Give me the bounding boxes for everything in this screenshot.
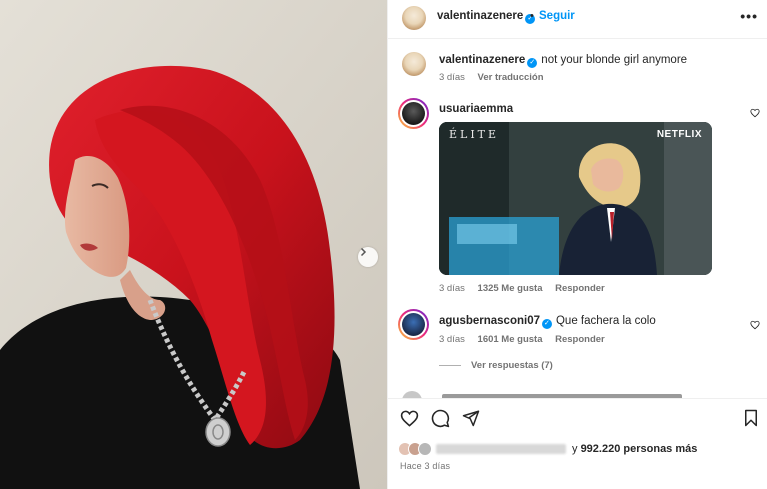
likes-prefix: y xyxy=(572,443,578,455)
share-icon[interactable] xyxy=(462,409,480,427)
comment-username[interactable]: usuariaemma xyxy=(439,103,513,115)
post-actions: y 992.220 personas más Hace 3 días xyxy=(388,398,767,489)
caption-meta: 3 días Ver traducción xyxy=(439,72,544,83)
post-header: valentinazenere ✓ • Seguir ••• xyxy=(388,0,767,39)
verified-icon: ✓ xyxy=(527,58,538,68)
view-replies-button[interactable]: Ver respuestas (7) xyxy=(439,360,553,371)
reply-button[interactable]: Responder xyxy=(555,283,605,294)
gif-brand-logo: NETFLIX xyxy=(656,129,702,140)
author-username[interactable]: valentinazenere ✓ xyxy=(437,10,536,24)
chevron-right-icon xyxy=(360,247,367,257)
comment-meta: 3 días 1325 Me gusta Responder xyxy=(439,283,605,294)
likes-count[interactable]: 992.220 xyxy=(581,443,621,455)
bookmark-icon[interactable] xyxy=(743,409,759,427)
more-icon[interactable]: ••• xyxy=(740,8,758,24)
likes-summary[interactable]: y 992.220 personas más xyxy=(398,442,697,456)
photo-illustration xyxy=(0,0,387,489)
post-photo[interactable] xyxy=(0,0,387,489)
comment-like-count[interactable]: 1601 Me gusta xyxy=(478,334,543,345)
comment-username[interactable]: agusbernasconi07 xyxy=(439,315,540,327)
header-separator: • xyxy=(530,10,534,22)
author-username-text[interactable]: valentinazenere xyxy=(437,10,523,22)
comment-time: 3 días xyxy=(439,334,465,345)
comment-avatar[interactable] xyxy=(402,391,422,398)
blurred-liker-name xyxy=(436,444,566,454)
heart-icon[interactable] xyxy=(750,320,760,330)
comment-meta: 3 días 1601 Me gusta Responder xyxy=(439,334,605,345)
post-side-panel: valentinazenere ✓ • Seguir ••• valentinaz… xyxy=(387,0,767,489)
reply-button[interactable]: Responder xyxy=(555,334,605,345)
follow-button[interactable]: Seguir xyxy=(539,10,575,22)
next-photo-button[interactable] xyxy=(358,247,378,267)
gif-show-title: ÉLITE xyxy=(449,128,500,141)
avatar[interactable] xyxy=(402,6,426,30)
caption-avatar[interactable] xyxy=(402,52,426,76)
caption-username[interactable]: valentinazenere xyxy=(439,54,525,66)
likes-count-text[interactable]: y 992.220 personas más xyxy=(572,443,697,455)
comment-avatar[interactable] xyxy=(398,309,429,340)
comment-avatar[interactable] xyxy=(398,98,429,129)
liker-avatar xyxy=(418,442,432,456)
comment-time: 3 días xyxy=(439,283,465,294)
comment-like-count[interactable]: 1325 Me gusta xyxy=(478,283,543,294)
comment-icon[interactable] xyxy=(431,409,450,428)
caption-text: not your blonde girl anymore xyxy=(541,54,688,66)
cropped-comment xyxy=(400,388,760,398)
comment-line: agusbernasconi07 ✓ Que fachera la colo xyxy=(439,315,656,329)
verified-icon: ✓ xyxy=(541,319,552,329)
caption-line: valentinazenere ✓ not your blonde girl any… xyxy=(439,54,687,68)
post-timestamp[interactable]: Hace 3 días xyxy=(400,461,450,471)
comment-gif[interactable]: ÉLITE NETFLIX xyxy=(439,122,712,275)
translate-link[interactable]: Ver traducción xyxy=(478,72,544,83)
comment-text: Que fachera la colo xyxy=(555,315,656,327)
heart-icon[interactable] xyxy=(400,409,419,428)
heart-icon[interactable] xyxy=(750,108,760,118)
caption-time: 3 días xyxy=(439,72,465,83)
gif-scene xyxy=(439,122,712,275)
likes-suffix[interactable]: personas más xyxy=(623,443,697,455)
